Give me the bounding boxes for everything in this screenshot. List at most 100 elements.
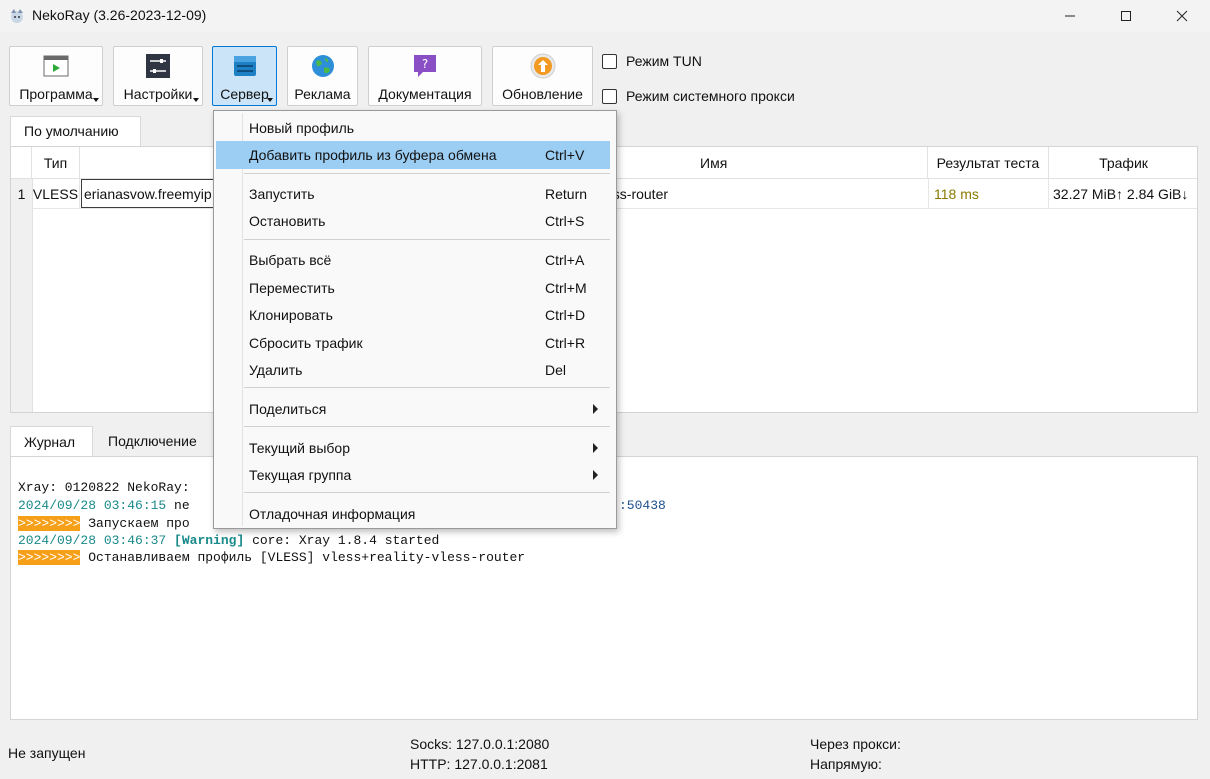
menu-item-current-selection[interactable]: Текущий выбор xyxy=(216,434,610,462)
menu-item-share[interactable]: Поделиться xyxy=(216,395,610,423)
menu-item-label: Добавить профиль из буфера обмена xyxy=(249,147,497,163)
minimize-button[interactable] xyxy=(1042,0,1098,32)
submenu-arrow-icon xyxy=(593,470,598,480)
tab-default-group-label: По умолчанию xyxy=(24,123,119,139)
submenu-arrow-icon xyxy=(593,443,598,453)
update-button[interactable]: Обновление xyxy=(492,46,593,106)
menu-separator xyxy=(244,239,610,240)
status-direct: Напрямую: xyxy=(810,756,882,772)
system-proxy-label: Режим системного прокси xyxy=(626,88,795,104)
menu-item-debug-info[interactable]: Отладочная информация xyxy=(216,500,610,528)
help-icon: ? xyxy=(414,55,436,77)
row-index: 1 xyxy=(11,179,32,208)
log-line: Xray: 0120822 NekoRay: xyxy=(18,479,190,496)
menu-item-label: Новый профиль xyxy=(249,120,355,136)
status-socks: Socks: 127.0.0.1:2080 xyxy=(410,736,550,752)
menu-item-label: Поделиться xyxy=(249,401,327,417)
status-http: HTTP: 127.0.0.1:2081 xyxy=(410,756,548,772)
row-address-cell[interactable]: erianasvow.freemyip xyxy=(81,179,221,208)
globe-icon xyxy=(311,55,334,77)
menu-item-stop[interactable]: Остановить Ctrl+S xyxy=(216,207,610,235)
menu-item-clone[interactable]: Клонировать Ctrl+D xyxy=(216,301,610,329)
menu-item-label: Сбросить трафик xyxy=(249,335,363,351)
app-icon xyxy=(11,9,23,23)
log-line: 2024/09/28 03:46:37 [Warning] core: Xray… xyxy=(18,532,439,549)
documentation-button-label: Документация xyxy=(378,86,472,102)
server-context-menu: Новый профиль Добавить профиль из буфера… xyxy=(213,110,617,529)
menu-item-label: Остановить xyxy=(249,213,326,229)
program-button[interactable]: Программа xyxy=(9,46,103,106)
log-line-text: core: Xray 1.8.4 started xyxy=(244,533,440,548)
menu-separator xyxy=(244,173,610,174)
tab-default-group[interactable]: По умолчанию xyxy=(10,116,141,146)
server-button[interactable]: Сервер xyxy=(212,46,277,106)
menu-item-label: Текущая группа xyxy=(249,467,352,483)
ads-button[interactable]: Реклама xyxy=(287,46,358,106)
menu-item-label: Клонировать xyxy=(249,307,333,323)
menu-item-shortcut: Ctrl+R xyxy=(545,335,586,351)
update-arrow-icon xyxy=(530,53,555,79)
system-proxy-checkbox[interactable]: Режим системного прокси xyxy=(602,88,795,104)
maximize-button[interactable] xyxy=(1098,0,1154,32)
menu-item-label: Текущий выбор xyxy=(249,440,350,456)
menu-item-current-group[interactable]: Текущая группа xyxy=(216,461,610,489)
column-header-test-result[interactable]: Результат теста xyxy=(928,147,1049,179)
table-corner xyxy=(11,147,32,179)
log-marker: >>>>>>>> xyxy=(18,550,81,565)
tun-mode-label: Режим TUN xyxy=(626,53,702,69)
menu-item-shortcut: Ctrl+V xyxy=(545,147,585,163)
minimize-icon xyxy=(1065,15,1075,17)
settings-button[interactable]: Настройки xyxy=(113,46,203,106)
settings-button-label: Настройки xyxy=(123,86,193,102)
program-dropdown-arrow xyxy=(93,98,99,102)
menu-item-reset-traffic[interactable]: Сбросить трафик Ctrl+R xyxy=(216,329,610,357)
tab-log[interactable]: Журнал xyxy=(10,426,93,456)
status-state: Не запущен xyxy=(8,745,86,761)
menu-item-new-profile[interactable]: Новый профиль xyxy=(216,114,610,142)
log-timestamp: 2024/09/28 03:46:15 xyxy=(18,498,167,513)
menu-item-select-all[interactable]: Выбрать всё Ctrl+A xyxy=(216,246,610,274)
menu-item-label: Выбрать всё xyxy=(249,252,332,268)
tab-connection[interactable]: Подключение xyxy=(95,426,225,456)
window-title: NekoRay (3.26-2023-12-09) xyxy=(32,7,207,23)
menu-item-label: Удалить xyxy=(249,362,303,378)
log-line: 2024/09/28 03:46:15 ne xyxy=(18,497,190,514)
log-line-tail: :50438 xyxy=(619,498,666,513)
close-icon xyxy=(1176,10,1188,22)
server-dropdown-arrow xyxy=(267,98,273,102)
menu-item-start[interactable]: Запустить Return xyxy=(216,180,610,208)
menu-item-delete[interactable]: Удалить Del xyxy=(216,356,610,384)
menu-item-shortcut: Ctrl+A xyxy=(545,252,585,268)
log-level: [Warning] xyxy=(174,533,245,548)
row-test-result: 118 ms xyxy=(928,179,1049,208)
menu-item-add-from-clipboard[interactable]: Добавить профиль из буфера обмена Ctrl+V xyxy=(216,141,610,169)
log-line: >>>>>>>> Останавливаем профиль [VLESS] v… xyxy=(18,549,525,566)
tun-mode-checkbox[interactable]: Режим TUN xyxy=(602,53,702,69)
column-header-traffic[interactable]: Трафик xyxy=(1049,147,1197,179)
row-header-column xyxy=(11,179,33,412)
log-line-text: Останавливаем профиль [VLESS] vless+real… xyxy=(80,550,526,565)
tun-mode-box[interactable] xyxy=(602,53,617,69)
menu-item-shortcut: Del xyxy=(545,362,567,378)
maximize-icon xyxy=(1121,11,1131,21)
update-button-label: Обновление xyxy=(502,86,583,102)
submenu-arrow-icon xyxy=(593,404,598,414)
close-button[interactable] xyxy=(1154,0,1210,32)
log-line-text: Xray: 0120822 NekoRay: xyxy=(18,480,190,495)
log-line-text: Запускаем про xyxy=(80,516,190,531)
log-line-text: ne xyxy=(166,498,190,513)
menu-item-label: Запустить xyxy=(249,186,315,202)
system-proxy-box[interactable] xyxy=(602,88,617,104)
menu-separator xyxy=(244,426,610,427)
menu-separator xyxy=(244,492,610,493)
log-timestamp: 2024/09/28 03:46:37 xyxy=(18,533,167,548)
row-name: ess-router xyxy=(605,185,669,202)
menu-item-move[interactable]: Переместить Ctrl+M xyxy=(216,274,610,302)
documentation-button[interactable]: ? Документация xyxy=(368,46,482,106)
menu-separator xyxy=(244,387,610,388)
column-header-name-label: Имя xyxy=(700,154,728,171)
settings-icon xyxy=(146,54,170,78)
menu-item-shortcut: Return xyxy=(545,186,588,202)
column-header-type[interactable]: Тип xyxy=(32,147,80,179)
menu-item-shortcut: Ctrl+D xyxy=(545,307,586,323)
